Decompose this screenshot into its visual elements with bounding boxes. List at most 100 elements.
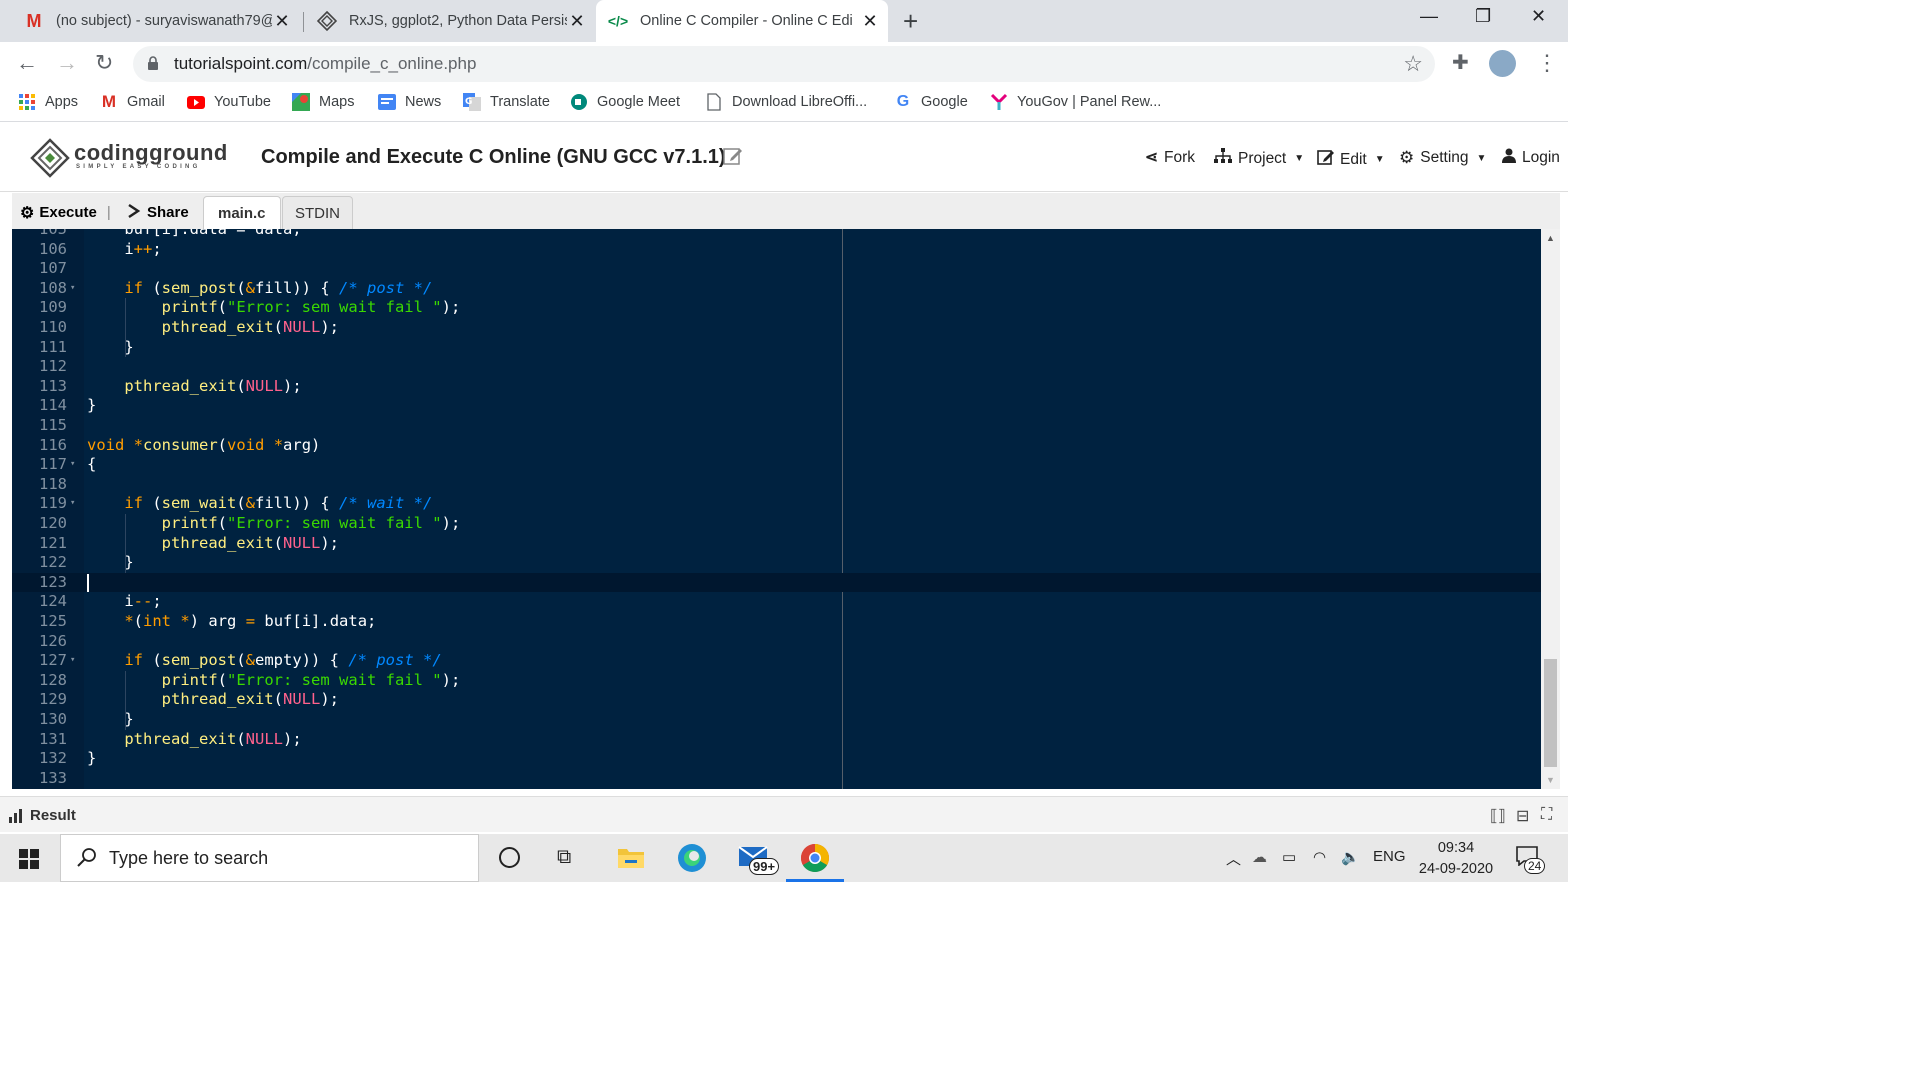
tab-stdin[interactable]: STDIN bbox=[282, 196, 353, 229]
codingground-logo-icon[interactable] bbox=[30, 138, 70, 183]
tab-main-c[interactable]: main.c bbox=[203, 196, 281, 229]
bookmark-maps[interactable]: Maps bbox=[292, 93, 354, 111]
fullscreen-icon[interactable]: ⛶ bbox=[1541, 806, 1552, 824]
bookmark-google-meet[interactable]: Google Meet bbox=[570, 93, 680, 111]
code-line[interactable]: 112 bbox=[12, 357, 1541, 377]
language-indicator[interactable]: ENG bbox=[1373, 848, 1406, 865]
bookmark-download-libreoffice[interactable]: Download LibreOffi... bbox=[705, 93, 867, 111]
fold-arrow-icon[interactable]: ▾ bbox=[70, 459, 75, 469]
code-line[interactable]: 127 ▾ if (sem_post(&empty)) { /* post */ bbox=[12, 651, 1541, 671]
line-number: 126 bbox=[39, 631, 67, 650]
task-view-icon[interactable]: ⧉ bbox=[557, 846, 571, 869]
bookmark-news[interactable]: News bbox=[378, 93, 441, 111]
fork-menu[interactable]: ⋖ Fork bbox=[1145, 148, 1195, 167]
code-line[interactable]: 120 printf("Error: sem wait fail "); bbox=[12, 514, 1541, 534]
code-line[interactable]: 126 bbox=[12, 632, 1541, 652]
code-line[interactable]: 107 bbox=[12, 259, 1541, 279]
close-tab-icon[interactable]: ✕ bbox=[272, 11, 292, 32]
code-line[interactable]: 128 printf("Error: sem wait fail "); bbox=[12, 671, 1541, 691]
code-line[interactable]: 117 ▾ { bbox=[12, 455, 1541, 475]
fold-arrow-icon[interactable]: ▾ bbox=[70, 498, 75, 508]
code-line[interactable]: 133 bbox=[12, 769, 1541, 789]
login-link[interactable]: Login bbox=[1502, 148, 1560, 168]
restore-button[interactable]: ❐ bbox=[1475, 6, 1491, 27]
extensions-icon[interactable]: ✚ bbox=[1452, 50, 1469, 75]
fold-arrow-icon[interactable]: ▾ bbox=[70, 655, 75, 665]
code-line[interactable]: 113 pthread_exit(NULL); bbox=[12, 377, 1541, 397]
close-tab-icon[interactable]: ✕ bbox=[567, 11, 587, 32]
code-line[interactable]: 130 } bbox=[12, 710, 1541, 730]
bookmark-translate[interactable]: G Translate bbox=[463, 93, 550, 111]
cortana-icon[interactable] bbox=[499, 847, 520, 868]
execute-button[interactable]: ⚙ Execute | bbox=[20, 196, 111, 229]
project-menu[interactable]: Project ▼ bbox=[1214, 148, 1304, 169]
notification-count-badge: 24 bbox=[1524, 858, 1546, 874]
chrome-app-icon[interactable] bbox=[800, 843, 830, 878]
scroll-up-arrow-icon[interactable]: ▲ bbox=[1546, 233, 1555, 243]
split-view-icon[interactable]: ⟦⟧ bbox=[1490, 806, 1506, 826]
browser-tab-online-c-compiler[interactable]: </> Online C Compiler - Online C Edi ✕ bbox=[596, 0, 888, 42]
wifi-icon[interactable]: ◠ bbox=[1313, 848, 1326, 866]
address-bar[interactable]: tutorialspoint.com/compile_c_online.php … bbox=[133, 46, 1435, 82]
minimize-button[interactable]: — bbox=[1420, 6, 1438, 27]
code-line[interactable]: 118 bbox=[12, 475, 1541, 495]
edit-title-icon[interactable] bbox=[723, 146, 743, 171]
bookmark-youtube[interactable]: YouTube bbox=[187, 93, 271, 111]
browser-tab-gmail[interactable]: M (no subject) - suryaviswanath79@ ✕ bbox=[0, 0, 300, 42]
windows-start-icon[interactable] bbox=[19, 849, 39, 874]
back-button[interactable]: ← bbox=[16, 50, 38, 76]
show-hidden-icons-icon[interactable]: ︿ bbox=[1226, 848, 1241, 869]
logo-text[interactable]: codingground bbox=[74, 140, 228, 166]
result-panel-bar[interactable]: Result ⟦⟧ ⊟ ⛶ bbox=[0, 796, 1568, 832]
code-line[interactable]: 106 i++; bbox=[12, 240, 1541, 260]
code-line[interactable]: 132} bbox=[12, 749, 1541, 769]
close-tab-icon[interactable]: ✕ bbox=[860, 11, 880, 32]
minimize-panel-icon[interactable]: ⊟ bbox=[1516, 806, 1529, 826]
new-tab-button[interactable]: + bbox=[903, 6, 918, 37]
code-line[interactable]: 124 i--; bbox=[12, 592, 1541, 612]
code-line[interactable]: 119 ▾ if (sem_wait(&fill)) { /* wait */ bbox=[12, 494, 1541, 514]
clock[interactable]: 09:34 24-09-2020 bbox=[1410, 838, 1502, 880]
volume-icon[interactable]: 🔈 bbox=[1341, 848, 1360, 866]
battery-icon[interactable]: ▭ bbox=[1282, 848, 1296, 866]
code-line[interactable]: 110 pthread_exit(NULL); bbox=[12, 318, 1541, 338]
code-line[interactable]: 116 void *consumer(void *arg) bbox=[12, 436, 1541, 456]
edit-menu[interactable]: Edit ▼ bbox=[1317, 148, 1385, 171]
url-text[interactable]: tutorialspoint.com/compile_c_online.php bbox=[174, 54, 476, 74]
code-line[interactable]: 121 pthread_exit(NULL); bbox=[12, 534, 1541, 554]
close-window-button[interactable]: ✕ bbox=[1531, 6, 1546, 27]
code-line[interactable]: 105 buf[i].data = data; bbox=[12, 229, 1541, 240]
bookmark-star-icon[interactable]: ☆ bbox=[1403, 51, 1423, 77]
code-line[interactable]: 115 bbox=[12, 416, 1541, 436]
scrollbar-thumb[interactable] bbox=[1544, 659, 1557, 767]
bookmark-yougov[interactable]: YouGov | Panel Rew... bbox=[990, 93, 1161, 111]
scroll-down-arrow-icon[interactable]: ▼ bbox=[1546, 775, 1555, 785]
code-editor[interactable]: 105 buf[i].data = data; 106 i++; 107 108 ▾ i… bbox=[12, 229, 1541, 789]
reload-button[interactable]: ↻ bbox=[95, 50, 113, 76]
code-line[interactable]: 111 } bbox=[12, 338, 1541, 358]
code-line[interactable]: 125 *(int *) arg = buf[i].data; bbox=[12, 612, 1541, 632]
code-line[interactable]: 109 printf("Error: sem wait fail "); bbox=[12, 298, 1541, 318]
code-line[interactable]: 108 ▾ if (sem_post(&fill)) { /* post */ bbox=[12, 279, 1541, 299]
edge-browser-icon[interactable] bbox=[677, 843, 707, 878]
chrome-menu-icon[interactable]: ⋮ bbox=[1536, 50, 1558, 76]
file-explorer-icon[interactable] bbox=[618, 846, 644, 873]
code-line[interactable]: 114} bbox=[12, 396, 1541, 416]
bookmark-gmail[interactable]: M Gmail bbox=[100, 92, 165, 111]
editor-scrollbar[interactable]: ▲ ▼ bbox=[1541, 229, 1560, 789]
onedrive-offline-icon[interactable]: ☁ bbox=[1252, 848, 1267, 866]
bookmark-apps[interactable]: Apps bbox=[18, 93, 78, 111]
code-line[interactable]: 122 } bbox=[12, 553, 1541, 573]
forward-button[interactable]: → bbox=[56, 50, 78, 76]
bookmark-google[interactable]: G Google bbox=[894, 93, 968, 111]
code-line[interactable]: 131 pthread_exit(NULL); bbox=[12, 730, 1541, 750]
taskbar-search-box[interactable]: Type here to search bbox=[60, 834, 479, 882]
browser-tab-tutorialspoint[interactable]: RxJS, ggplot2, Python Data Persis ✕ bbox=[305, 0, 595, 42]
share-button[interactable]: Share bbox=[127, 196, 189, 229]
fold-arrow-icon[interactable]: ▾ bbox=[70, 283, 75, 293]
code-line[interactable]: 123 bbox=[12, 572, 1541, 593]
code-line[interactable]: 129 pthread_exit(NULL); bbox=[12, 690, 1541, 710]
profile-avatar[interactable] bbox=[1489, 50, 1516, 77]
setting-menu[interactable]: ⚙ Setting ▼ bbox=[1399, 148, 1486, 168]
logo-tagline: SIMPLY EASY CODING bbox=[76, 164, 201, 170]
